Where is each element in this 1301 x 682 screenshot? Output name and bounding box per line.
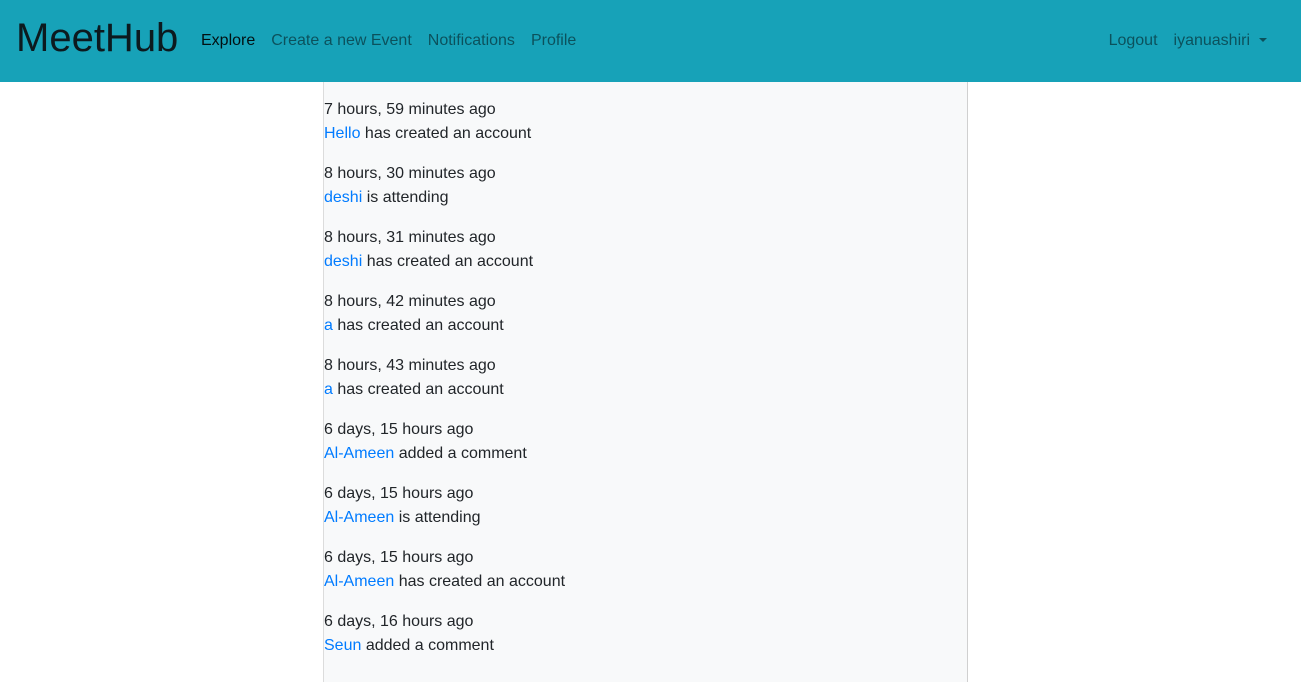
activity-item: 6 days, 15 hours ago Al-Ameen added a com… (324, 420, 565, 484)
activity-time: 8 hours, 42 minutes ago (324, 293, 496, 310)
activity-time: 6 days, 15 hours ago (324, 549, 474, 566)
username: iyanuashiri (1173, 32, 1250, 49)
user-link[interactable]: a (324, 317, 333, 334)
activity-item: 6 days, 15 hours ago Al-Ameen is attendin… (324, 484, 565, 548)
activity-action: has created an account (394, 573, 566, 590)
activity-item: 6 days, 15 hours ago Al-Ameen has created… (324, 548, 565, 612)
user-link[interactable]: Hello (324, 125, 360, 142)
activity-action: added a comment (394, 445, 527, 462)
user-link[interactable]: Seun (324, 637, 361, 654)
user-dropdown[interactable]: iyanuashiri (1166, 31, 1275, 51)
activity-item: 6 days, 16 hours ago Seun added a comment (324, 612, 565, 676)
nav-links: Explore Create a new Event Notifications… (193, 31, 584, 51)
activity-time: 8 hours, 30 minutes ago (324, 165, 496, 182)
activity-time: 6 days, 15 hours ago (324, 485, 474, 502)
activity-time: 8 hours, 31 minutes ago (324, 229, 496, 246)
activity-action: added a comment (361, 637, 494, 654)
activity-action: has created an account (360, 125, 532, 142)
caret-down-icon (1259, 38, 1267, 42)
user-link[interactable]: deshi (324, 189, 362, 206)
navbar: MeetHub Explore Create a new Event Notif… (0, 0, 1301, 82)
nav-profile[interactable]: Profile (523, 31, 584, 51)
activity-text: deshi is attending (324, 188, 565, 208)
activity-action: is attending (394, 509, 481, 526)
logout-link[interactable]: Logout (1101, 31, 1166, 51)
nav-notifications[interactable]: Notifications (420, 31, 523, 51)
activity-time: 6 days, 15 hours ago (324, 421, 474, 438)
activity-item: 8 hours, 31 minutes ago deshi has created… (324, 228, 565, 292)
activity-text: Al-Ameen has created an account (324, 572, 565, 592)
activity-text: Al-Ameen is attending (324, 508, 565, 528)
nav-explore[interactable]: Explore (193, 31, 263, 51)
activity-text: Seun added a comment (324, 636, 565, 656)
activity-text: Hello has created an account (324, 124, 565, 144)
nav-right: Logout iyanuashiri (1101, 31, 1275, 51)
activity-feed: 7 hours, 59 minutes ago Hello has created… (324, 100, 565, 676)
user-link[interactable]: deshi (324, 253, 362, 270)
activity-item: 8 hours, 43 minutes ago a has created an … (324, 356, 565, 420)
activity-text: a has created an account (324, 380, 565, 400)
activity-item: 8 hours, 42 minutes ago a has created an … (324, 292, 565, 356)
activity-text: Al-Ameen added a comment (324, 444, 565, 464)
activity-action: is attending (362, 189, 449, 206)
activity-time: 7 hours, 59 minutes ago (324, 101, 496, 118)
activity-text: a has created an account (324, 316, 565, 336)
activity-item: 7 hours, 59 minutes ago Hello has created… (324, 100, 565, 164)
activity-time: 8 hours, 43 minutes ago (324, 357, 496, 374)
activity-item: 8 hours, 30 minutes ago deshi is attendin… (324, 164, 565, 228)
activity-text: deshi has created an account (324, 252, 565, 272)
user-link[interactable]: Al-Ameen (324, 573, 394, 590)
activity-panel: 7 hours, 59 minutes ago Hello has created… (323, 82, 968, 682)
user-link[interactable]: a (324, 381, 333, 398)
activity-action: has created an account (332, 317, 504, 334)
activity-time: 6 days, 16 hours ago (324, 613, 474, 630)
activity-action: has created an account (332, 381, 504, 398)
user-link[interactable]: Al-Ameen (324, 445, 394, 462)
nav-create-event[interactable]: Create a new Event (263, 31, 420, 51)
activity-action: has created an account (362, 253, 534, 270)
user-link[interactable]: Al-Ameen (324, 509, 394, 526)
brand-logo[interactable]: MeetHub (16, 14, 178, 62)
